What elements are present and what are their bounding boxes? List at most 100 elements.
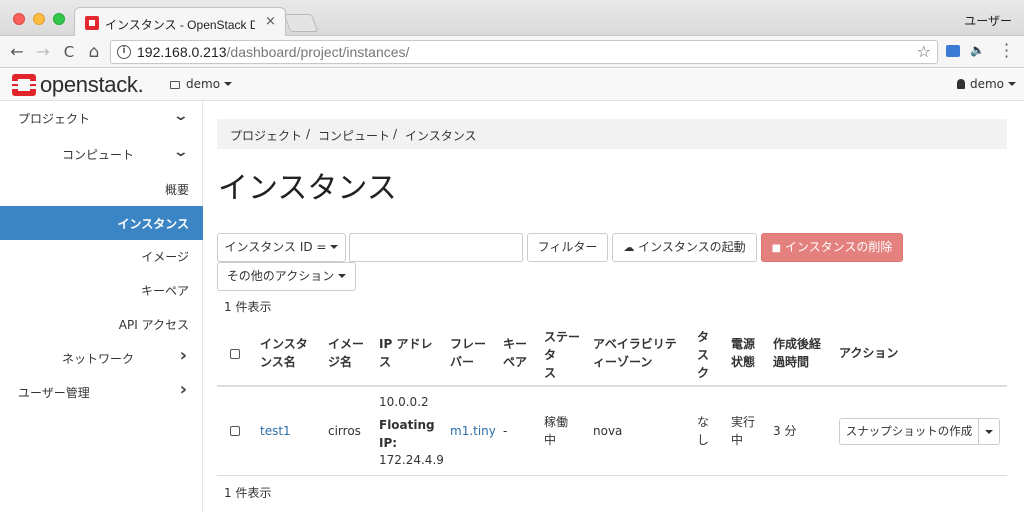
breadcrumb-compute[interactable]: コンピュート [318,127,390,144]
audio-icon[interactable]: 🔈 [970,43,985,57]
openstack-logo-text[interactable]: openstack. [40,72,144,98]
sidebar-item-overview[interactable]: 概要 [0,172,203,206]
chevron-down-icon: ⌄ [172,144,190,160]
header-line: ペア [503,355,528,369]
bookmark-star-icon[interactable]: ☆ [917,42,931,61]
breadcrumb-separator: / [393,127,398,141]
tab-close-icon[interactable]: × [265,14,276,29]
header-line: タ [697,330,710,344]
user-menu[interactable]: demo [956,77,1016,91]
openstack-header: openstack. demo demo [0,69,1024,101]
reload-icon[interactable]: C [60,43,78,61]
sidebar-item-label: ユーザー管理 [18,386,90,400]
header-line: フレー [450,337,487,351]
sidebar-item-label: 概要 [164,183,189,197]
header-line: IP アドレ [379,337,433,351]
sidebar: プロジェクト ⌄ コンピュート ⌄ 概要 インスタンス イメージ キーペア AP… [0,101,203,512]
column-header-age[interactable]: 作成後経 過時間 [773,335,821,371]
chevron-down-icon: ⌄ [172,108,190,124]
header-line: キー [503,337,528,351]
create-snapshot-button[interactable]: スナップショットの作成 [839,418,979,445]
column-header-name[interactable]: インスタ ンス名 [260,335,308,371]
header-line: ジ名 [328,355,353,369]
sidebar-item-project[interactable]: プロジェクト ⌄ [0,101,203,135]
forward-arrow-icon[interactable]: → [34,43,52,61]
user-icon [956,79,965,89]
launch-instance-button[interactable]: ☁ インスタンスの起動 [612,233,757,262]
sidebar-item-compute[interactable]: コンピュート ⌄ [0,137,203,171]
instance-availability-zone: nova [593,424,623,438]
sidebar-item-images[interactable]: イメージ [0,239,203,273]
delete-instances-label: インスタンスの削除 [784,240,893,254]
chevron-right-icon: › [179,345,187,366]
instance-ip-fixed: 10.0.0.2 [379,395,429,409]
sidebar-item-instances[interactable]: インスタンス [0,206,203,240]
instance-power-state: 実行 中 [731,413,755,449]
maximize-window-button[interactable] [53,13,65,25]
instance-flavor-link[interactable]: m1.tiny [450,422,496,440]
select-all-checkbox[interactable] [230,349,240,359]
instance-keypair: - [503,424,508,438]
minimize-window-button[interactable] [33,13,45,25]
filter-input[interactable] [349,233,523,262]
browser-profile-label[interactable]: ユーザー [964,12,1012,29]
header-line: アベイラビリテ [593,337,677,351]
chevron-right-icon: › [179,379,187,400]
column-header-power-state[interactable]: 電源 状態 [731,335,755,371]
column-header-availability-zone[interactable]: アベイラビリテ ィーゾーン [593,335,677,371]
back-arrow-icon[interactable]: ← [8,43,26,61]
breadcrumb: プロジェクト / コンピュート / インスタンス [217,119,1007,149]
breadcrumb-project[interactable]: プロジェクト [230,127,302,144]
more-actions-button[interactable]: その他のアクション [217,262,356,291]
browser-tab[interactable]: インスタンス - OpenStack Dash × [74,7,286,37]
caret-down-icon [224,82,233,86]
browser-menu-icon[interactable]: · · · [1004,37,1010,65]
sidebar-item-keypairs[interactable]: キーペア [0,273,203,307]
sidebar-item-api-access[interactable]: API アクセス [0,307,203,341]
item-count-bottom: 1 件表示 [224,486,272,500]
filter-button[interactable]: フィルター [527,233,608,262]
item-count-top: 1 件表示 [224,300,272,314]
column-header-ip[interactable]: IP アドレ ス [379,335,432,371]
url-text[interactable]: 192.168.0.213/dashboard/project/instance… [137,44,409,60]
page-title: インスタンス [218,171,397,206]
row-checkbox[interactable] [230,426,240,436]
trash-icon: ■ [771,243,782,254]
status-line: 稼働 [544,415,569,429]
header-line: ス [379,355,392,369]
info-icon[interactable]: i [117,45,131,59]
close-window-button[interactable] [13,13,25,25]
sidebar-item-label: API アクセス [118,318,189,332]
project-selector[interactable]: demo [170,77,233,91]
caret-down-icon [330,245,339,249]
instance-status: 稼働 中 [544,413,568,449]
sidebar-item-label: プロジェクト [18,112,91,126]
filter-field-select[interactable]: インスタンス ID = [217,233,346,262]
header-line: 電源 [731,337,756,351]
column-header-task[interactable]: タ ス ク [697,328,709,382]
new-tab-button[interactable] [283,14,319,32]
column-header-image[interactable]: イメー ジ名 [328,335,364,371]
header-line: イメー [328,337,365,351]
column-header-status[interactable]: ステー タ ス [544,328,580,382]
instance-ip-floating: 172.24.4.9 [379,453,444,467]
floating-ip-label: Floating IP: [379,416,435,452]
row-actions-dropdown[interactable] [978,418,1000,445]
tab-title: インスタンス - OpenStack Dash [105,18,255,32]
sidebar-item-network[interactable]: ネットワーク › [0,341,203,375]
sidebar-item-label: コンピュート [62,148,135,162]
instance-image: cirros [328,424,361,438]
project-name: demo [186,77,221,91]
header-line: ンス名 [260,355,296,369]
column-header-keypair[interactable]: キー ペア [503,335,527,371]
address-bar[interactable]: i 192.168.0.213/dashboard/project/instan… [110,40,938,64]
delete-instances-button[interactable]: ■ インスタンスの削除 [761,233,903,262]
extension-icon[interactable] [946,45,960,57]
home-icon[interactable]: ⌂ [85,43,103,61]
url-path: /dashboard/project/instances/ [226,44,410,60]
column-header-flavor[interactable]: フレー バー [450,335,486,371]
sidebar-item-identity[interactable]: ユーザー管理 › [0,375,203,409]
power-line: 中 [731,433,744,447]
openstack-logo-icon[interactable] [12,74,36,96]
instance-name-link[interactable]: test1 [260,422,291,440]
